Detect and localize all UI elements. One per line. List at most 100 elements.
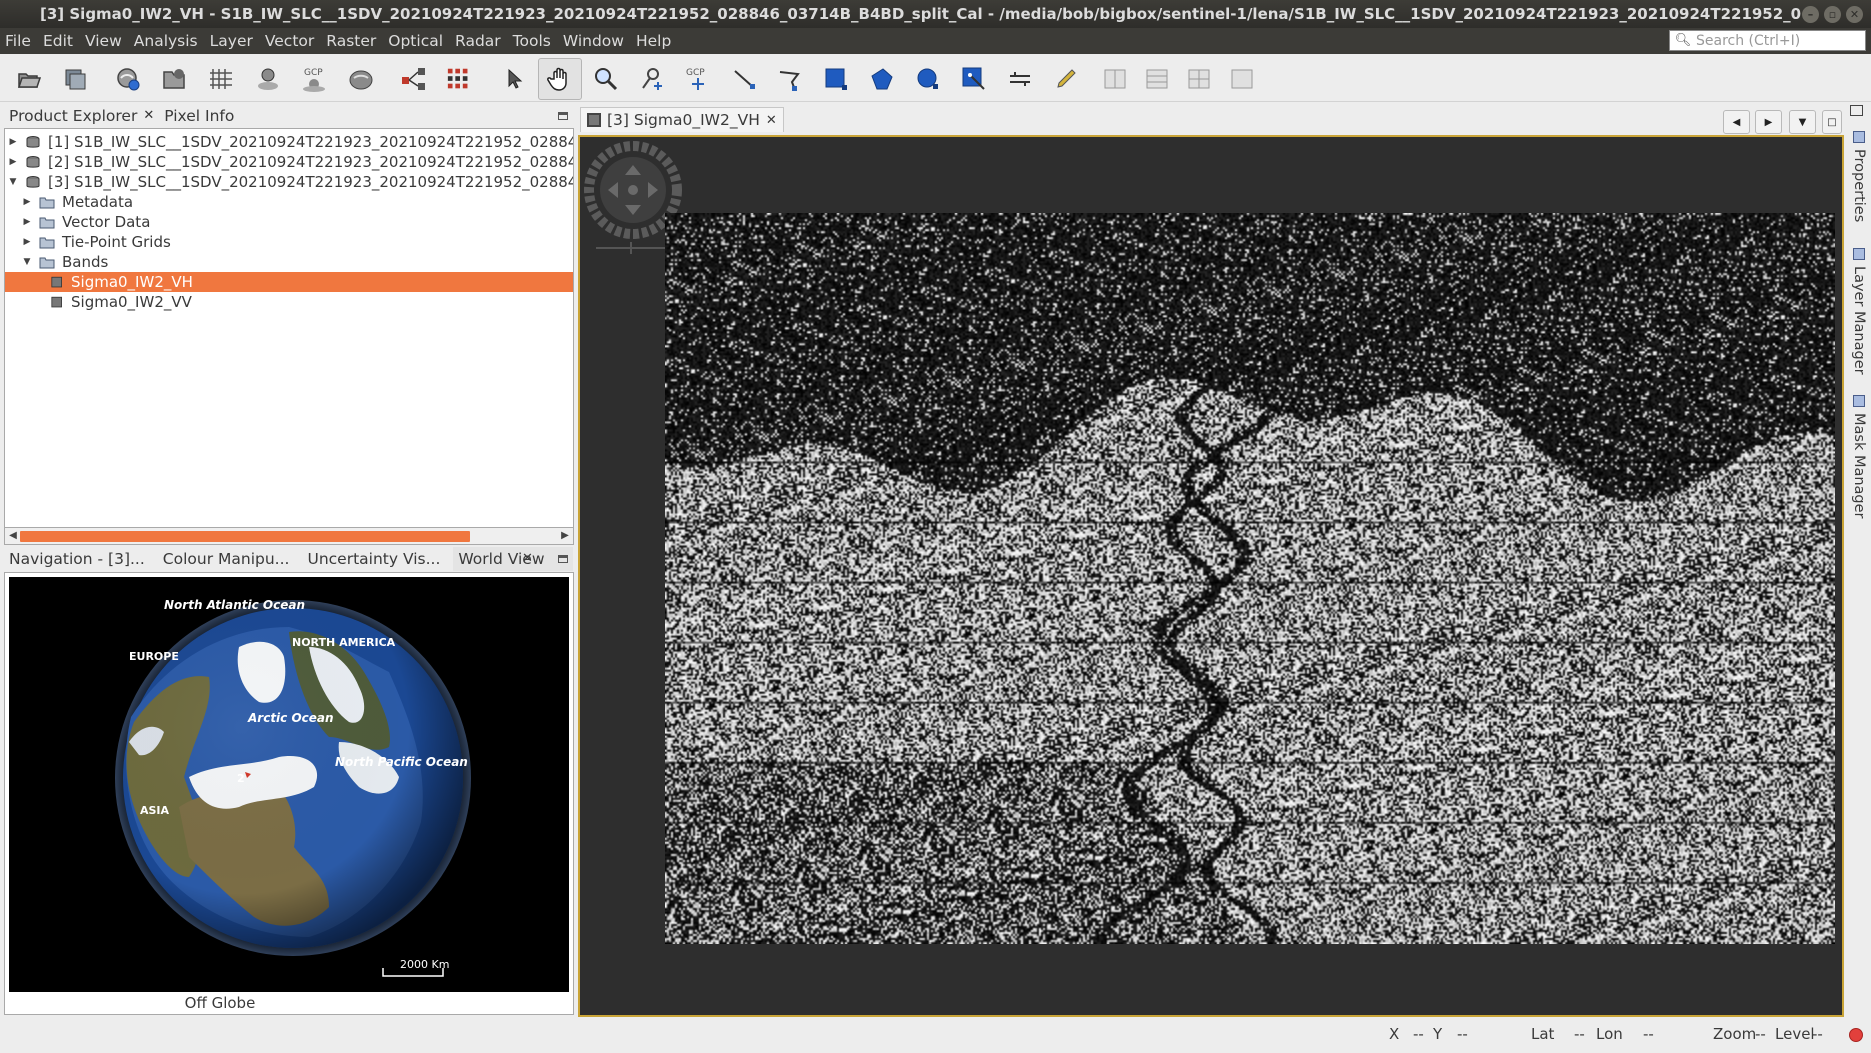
status-level-label: Level	[1775, 1025, 1815, 1043]
restore-window-group-icon[interactable]	[1850, 105, 1863, 116]
scroll-left-icon[interactable]: ◀	[6, 529, 20, 543]
tab-pixel-info[interactable]: Pixel Info	[159, 104, 239, 128]
globe-label-europe: EUROPE	[129, 650, 179, 663]
tree-item-product-1[interactable]: ▶ [1] S1B_IW_SLC__1SDV_20210924T221923_2…	[7, 132, 573, 152]
maximize-icon[interactable]: ▫	[1824, 5, 1841, 23]
expand-arrow-icon[interactable]: ▶	[7, 132, 19, 152]
menu-tools[interactable]: Tools	[508, 32, 558, 50]
menu-edit[interactable]: Edit	[38, 32, 80, 50]
band-label: Sigma0_IW2_VV	[71, 293, 192, 311]
menu-help[interactable]: Help	[631, 32, 678, 50]
scrollbar-thumb[interactable]	[20, 531, 470, 542]
horizontal-scrollbar[interactable]: ◀ ▶	[4, 527, 574, 545]
right-side-panels: Properties Layer Manager Mask Manager	[1847, 103, 1871, 1015]
tree-item-tie-point-grids[interactable]: ▶ Tie-Point Grids	[21, 232, 171, 252]
pen-icon[interactable]	[1052, 65, 1080, 93]
polyline-drawing-icon[interactable]	[776, 65, 804, 93]
tile-vertically-icon[interactable]	[1185, 65, 1213, 93]
close-icon[interactable]: ✕	[522, 551, 533, 566]
tree-item-vector-data[interactable]: ▶ Vector Data	[21, 212, 151, 232]
expand-arrow-icon[interactable]: ▶	[21, 212, 33, 232]
gcp-icon[interactable]: GCP	[300, 65, 328, 93]
expand-arrow-icon[interactable]: ▶	[21, 192, 33, 212]
open-product-icon[interactable]	[15, 65, 43, 93]
close-icon[interactable]: ✕	[143, 104, 154, 128]
menu-file[interactable]: File	[0, 32, 38, 50]
session-icon[interactable]	[160, 65, 188, 93]
tab-navigation[interactable]: Navigation - [3]...	[4, 547, 150, 571]
close-icon[interactable]: ✕	[1846, 5, 1863, 23]
globe-label-asia: ASIA	[140, 804, 170, 817]
graph-builder-icon[interactable]	[400, 65, 428, 93]
tab-mask-manager[interactable]: Mask Manager	[1849, 395, 1869, 519]
pin-icon[interactable]	[254, 65, 282, 93]
show-opened-documents-icon[interactable]: ▼	[1789, 110, 1816, 134]
tab-colour-manipulation[interactable]: Colour Manipu...	[158, 547, 295, 571]
tab-product-explorer[interactable]: Product Explorer ✕	[4, 104, 159, 128]
sar-image[interactable]	[665, 213, 1835, 944]
tree-item-product-3[interactable]: ▼ [3] S1B_IW_SLC__1SDV_20210924T221923_2…	[7, 172, 573, 192]
magic-wand-icon[interactable]	[960, 65, 988, 93]
tree-item-band-sigma0-iw2-vv[interactable]: Sigma0_IW2_VV	[51, 292, 192, 312]
tree-item-metadata[interactable]: ▶ Metadata	[21, 192, 134, 212]
pin-placing-icon[interactable]	[638, 65, 666, 93]
zoom-slider[interactable]	[596, 242, 666, 254]
tile-single-icon[interactable]	[1228, 65, 1256, 93]
batch-processing-icon[interactable]	[446, 65, 474, 93]
folder-icon	[39, 197, 55, 208]
expand-arrow-icon[interactable]: ▶	[7, 152, 19, 172]
minimize-icon[interactable]: –	[1802, 5, 1819, 23]
tree-item-product-2[interactable]: ▶ [2] S1B_IW_SLC__1SDV_20210924T221923_2…	[7, 152, 573, 172]
globe-label-north-america: NORTH AMERICA	[292, 636, 396, 649]
tab-properties[interactable]: Properties	[1849, 131, 1869, 222]
graticule-icon[interactable]	[207, 65, 235, 93]
tile-horizontally-icon[interactable]	[1143, 65, 1171, 93]
gcp-placing-icon[interactable]: GCP	[684, 65, 712, 93]
zoom-tool-icon[interactable]	[592, 65, 620, 93]
world-view-globe[interactable]: North Atlantic Ocean NORTH AMERICA EUROP…	[9, 577, 569, 992]
ellipse-drawing-icon[interactable]	[914, 65, 942, 93]
tree-item-band-sigma0-iw2-vh[interactable]: Sigma0_IW2_VH	[5, 272, 573, 292]
polygon-drawing-icon[interactable]	[868, 65, 896, 93]
expand-arrow-icon[interactable]: ▶	[21, 232, 33, 252]
tab-world-view[interactable]: World View	[453, 547, 574, 571]
search-input[interactable]: 🔍︎ Search (Ctrl+I)	[1669, 30, 1866, 51]
minimize-panel-icon[interactable]	[558, 555, 568, 563]
save-product-icon[interactable]	[61, 65, 89, 93]
pan-tool-icon[interactable]	[538, 58, 582, 100]
scroll-tabs-left-icon[interactable]: ◀	[1723, 110, 1750, 134]
scroll-tabs-right-icon[interactable]: ▶	[1755, 110, 1782, 134]
menu-layer[interactable]: Layer	[205, 32, 260, 50]
error-indicator-icon[interactable]	[1849, 1028, 1863, 1042]
collapse-arrow-icon[interactable]: ▼	[21, 252, 33, 272]
scroll-right-icon[interactable]: ▶	[558, 529, 572, 543]
image-canvas[interactable]	[578, 135, 1844, 1017]
status-bar: X -- Y -- Lat -- Lon -- Zoom -- Level --	[0, 1018, 1871, 1053]
maximize-window-icon[interactable]: □	[1822, 110, 1842, 134]
menu-vector[interactable]: Vector	[260, 32, 321, 50]
product-explorer-panel: Product Explorer ✕ Pixel Info ▶ [1] S1B_…	[4, 103, 574, 546]
image-view-panel: [3] Sigma0_IW2_VH ✕ ◀ ▶ ▼ □	[578, 105, 1844, 1017]
menu-radar[interactable]: Radar	[450, 32, 508, 50]
menu-analysis[interactable]: Analysis	[129, 32, 205, 50]
tile-evenly-icon[interactable]	[1101, 65, 1129, 93]
reopen-product-icon[interactable]	[114, 65, 142, 93]
select-tool-icon[interactable]	[500, 65, 528, 93]
tab-uncertainty-visualisation[interactable]: Uncertainty Vis...	[302, 547, 445, 571]
tree-item-bands[interactable]: ▼ Bands	[21, 252, 109, 272]
menu-optical[interactable]: Optical	[383, 32, 450, 50]
rectangle-drawing-icon[interactable]	[822, 65, 850, 93]
line-drawing-icon[interactable]	[730, 65, 758, 93]
menu-view[interactable]: View	[80, 32, 129, 50]
menu-window[interactable]: Window	[558, 32, 631, 50]
close-icon[interactable]: ✕	[766, 113, 777, 128]
tab-layer-manager[interactable]: Layer Manager	[1849, 248, 1869, 375]
menu-raster[interactable]: Raster	[321, 32, 383, 50]
world-map-icon[interactable]	[347, 65, 375, 93]
folder-label: Metadata	[62, 193, 134, 211]
tab-image-view[interactable]: [3] Sigma0_IW2_VH ✕	[580, 107, 784, 132]
collapse-arrow-icon[interactable]: ▼	[7, 172, 19, 192]
product-icon	[26, 135, 40, 148]
range-finder-icon[interactable]	[1006, 65, 1034, 93]
minimize-panel-icon[interactable]	[558, 112, 568, 120]
